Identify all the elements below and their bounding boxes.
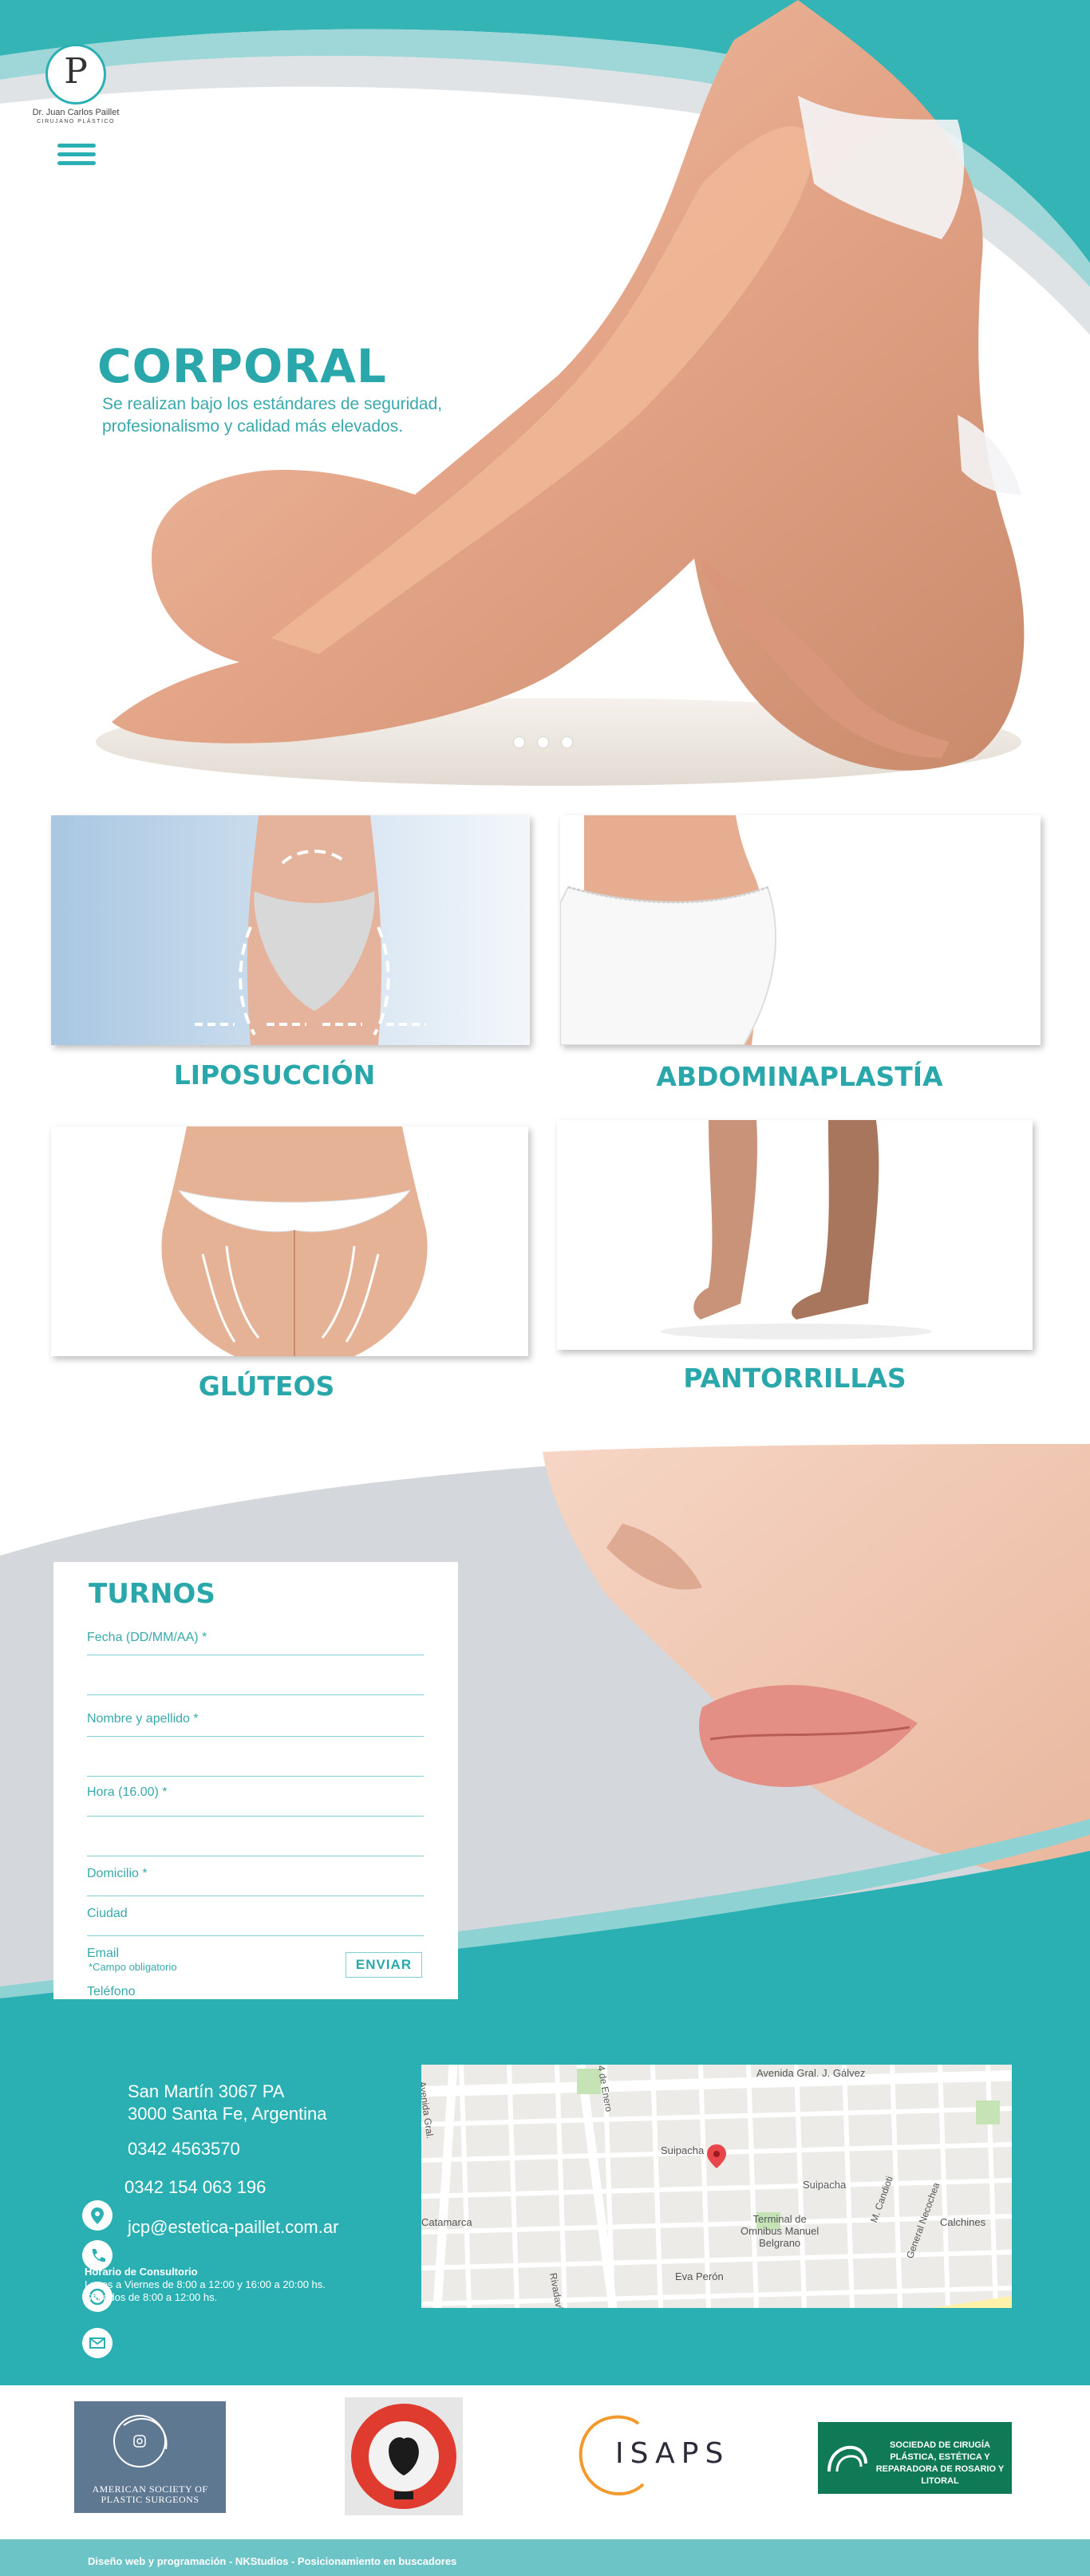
menu-bar	[57, 144, 96, 148]
menu-bar	[57, 161, 96, 165]
logo-letter: P	[64, 51, 88, 92]
fecha-extra-line[interactable]	[87, 1694, 424, 1695]
sacp-logo[interactable]	[345, 2397, 463, 2515]
fecha-field[interactable]: Fecha (DD/MM/AA) *	[87, 1631, 424, 1655]
nombre-label: Nombre y apellido *	[87, 1712, 199, 1726]
hero-subtitle: Se realizan bajo los estándares de segur…	[102, 393, 517, 438]
scpe-emblem	[827, 2445, 867, 2472]
map-label-calchines: Calchines	[940, 2216, 986, 2228]
required-note: *Campo obligatorio	[89, 1961, 177, 1973]
liposuccion-image	[51, 815, 530, 1045]
logo-name: Dr. Juan Carlos Paillet	[32, 108, 120, 117]
map-label-terminal-line3: Belgrano	[759, 2237, 801, 2249]
map-label-terminal-line2: Omnibus Manuel	[740, 2225, 819, 2237]
phone-1[interactable]: 0342 4563570	[128, 2138, 240, 2160]
telefono-field[interactable]: Teléfono	[87, 1985, 136, 1999]
footer-credits[interactable]: Diseño web y programación - NKStudios - …	[88, 2555, 456, 2567]
map-label-eva-peron: Eva Perón	[675, 2270, 724, 2282]
service-label-gluteos[interactable]: GLÚTEOS	[51, 1371, 482, 1402]
hora-field[interactable]: Hora (16.00) *	[87, 1785, 424, 1817]
logo-emblem: P	[45, 44, 106, 105]
brand-logo[interactable]: P Dr. Juan Carlos Paillet CIRUJANO PLÁST…	[16, 44, 136, 124]
scpe-text: SOCIEDAD DE CIRUGÍA PLÁSTICA, ESTÉTICA Y…	[875, 2440, 1005, 2486]
location-map[interactable]: Avenida Gral. J. Gálvez Avenida Gral. 4 …	[421, 2065, 1012, 2308]
abdominaplastia-image	[560, 815, 1041, 1045]
map-label-suipacha-2: Suipacha	[803, 2179, 847, 2191]
hero-title: CORPORAL	[97, 339, 387, 393]
scpe-logo[interactable]: SOCIEDAD DE CIRUGÍA PLÁSTICA, ESTÉTICA Y…	[818, 2422, 1012, 2494]
map-label-galvez: Avenida Gral. J. Gálvez	[756, 2067, 866, 2079]
email-field[interactable]: Email	[87, 1947, 119, 1961]
isaps-logo[interactable]: ISAPS	[571, 2409, 731, 2503]
sacp-seal	[351, 2404, 456, 2509]
email-label: Email	[87, 1947, 120, 1960]
asps-emblem	[113, 2415, 168, 2468]
card-gluteos[interactable]	[51, 1126, 528, 1356]
address-line2: 3000 Santa Fe, Argentina	[128, 2104, 327, 2124]
map-label-terminal: Terminal de Omnibus Manuel Belgrano	[740, 2213, 819, 2249]
menu-bar	[57, 152, 96, 156]
card-pantorrillas[interactable]	[557, 1120, 1033, 1350]
map-label-catamarca: Catamarca	[421, 2216, 472, 2228]
map-label-terminal-line1: Terminal de	[752, 2213, 807, 2225]
asps-logo[interactable]: AMERICAN SOCIETY OF PLASTIC SURGEONS	[74, 2401, 226, 2513]
service-label-abdominaplastia[interactable]: ABDOMINAPLASTÍA	[560, 1061, 1039, 1092]
location-pin-icon[interactable]	[82, 2200, 113, 2231]
pantorrillas-image	[557, 1120, 1033, 1350]
hours-text: Lunes a Viernes de 8:00 a 12:00 y 16:00 …	[85, 2278, 326, 2304]
domicilio-label: Domicilio *	[87, 1867, 148, 1880]
address-line1: San Martín 3067 PA	[128, 2081, 285, 2101]
nombre-extra-line[interactable]	[87, 1776, 424, 1777]
hours-line2: Sábados de 8:00 a 12:00 hs.	[85, 2291, 218, 2303]
card-abdominaplastia[interactable]	[560, 815, 1041, 1045]
email-link[interactable]: jcp@estetica-paillet.com.ar	[128, 2216, 338, 2239]
mail-icon[interactable]	[82, 2328, 113, 2358]
service-label-liposuccion[interactable]: LIPOSUCCIÓN	[51, 1059, 498, 1091]
turnos-form: TURNOS Fecha (DD/MM/AA) * Nombre y apell…	[53, 1562, 458, 1999]
mail-glyph	[89, 2337, 105, 2349]
hours-title: Horario de Consultorio	[85, 2266, 198, 2278]
hero-subtitle-line2: profesionalismo y calidad más elevados.	[102, 417, 404, 436]
hora-label: Hora (16.00) *	[87, 1785, 168, 1799]
isaps-text: ISAPS	[615, 2437, 730, 2470]
hero-subtitle-line1: Se realizan bajo los estándares de segur…	[102, 395, 443, 413]
fecha-label: Fecha (DD/MM/AA) *	[87, 1631, 207, 1644]
card-liposuccion[interactable]	[51, 815, 530, 1045]
telefono-label: Teléfono	[87, 1985, 136, 1998]
slider-dot-3[interactable]	[562, 737, 572, 748]
logo-subtitle: CIRUJANO PLÁSTICO	[37, 119, 115, 124]
footer: Diseño web y programación - NKStudios - …	[0, 2539, 1090, 2576]
service-label-pantorrillas[interactable]: PANTORRILLAS	[557, 1363, 1033, 1394]
hero-slider: P Dr. Juan Carlos Paillet CIRUJANO PLÁST…	[0, 0, 1090, 798]
address: San Martín 3067 PA 3000 Santa Fe, Argent…	[128, 2081, 327, 2125]
ciudad-field[interactable]: Ciudad	[87, 1907, 424, 1936]
hours-line1: Lunes a Viernes de 8:00 a 12:00 y 16:00 …	[85, 2278, 326, 2290]
location-pin-glyph	[91, 2207, 104, 2224]
slider-dot-2[interactable]	[538, 737, 548, 748]
enviar-button[interactable]: ENVIAR	[346, 1952, 422, 1978]
menu-icon[interactable]	[57, 144, 96, 168]
ciudad-label: Ciudad	[87, 1907, 128, 1920]
nombre-field[interactable]: Nombre y apellido *	[87, 1712, 424, 1737]
asps-text: AMERICAN SOCIETY OF PLASTIC SURGEONS	[92, 2483, 208, 2505]
domicilio-field[interactable]: Domicilio *	[87, 1867, 424, 1896]
slider-dots	[514, 737, 586, 751]
phone-2[interactable]: 0342 154 063 196	[124, 2176, 266, 2199]
gluteos-image	[51, 1126, 528, 1356]
turnos-title: TURNOS	[89, 1578, 215, 1610]
map-label-suipacha-1: Suipacha	[661, 2144, 705, 2156]
slider-dot-1[interactable]	[514, 737, 524, 748]
